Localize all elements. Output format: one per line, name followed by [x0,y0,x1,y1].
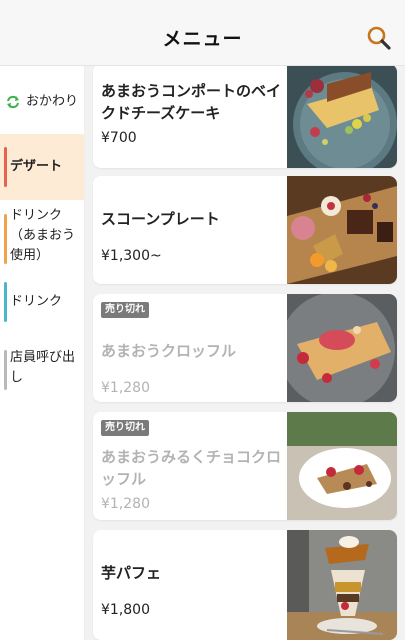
category-indicator [4,147,7,187]
name-line: あまおうコンポートのベイ [101,82,282,100]
category-indicator [4,350,7,390]
menu-item-name: あまおうクロッフル [101,342,237,360]
sold-out-badge: 売り切れ [101,420,149,436]
menu-item-name: スコーンプレート [101,210,220,228]
sold-out-badge: 売り切れ [101,302,149,318]
menu-item-name: あまおうみるくチョコクロ ッフル [101,446,281,490]
sidebar-item-label: おかわり [26,94,79,109]
menu-item-photo [287,176,397,284]
menu-item-name: 芋パフェ [101,564,162,582]
menu-item-price: ¥1,300~ [101,248,162,264]
name-line: あまおうみるくチョコクロ [101,448,282,466]
category-sidebar: おかわり デザート ドリンク （あまおう 使用） ドリンク 店員呼び出 し [0,66,85,640]
app-header: メニュー [0,0,405,66]
name-line: ッフル [101,470,147,488]
sidebar-item-call-staff[interactable]: 店員呼び出 し [0,348,84,392]
menu-item-photo [287,294,397,402]
sidebar-item-label: ドリンク [10,208,63,223]
sidebar-item-label: 使用） [10,248,50,263]
page-title: メニュー [162,28,243,50]
menu-item-card[interactable]: あまおうコンポートのベイ クドチーズケーキ ¥700 [93,66,397,168]
menu-item-price: ¥1,800 [101,602,150,618]
sidebar-item-label: ドリンク [10,294,63,309]
menu-item-photo [287,66,397,168]
sidebar-item-drink-amaou[interactable]: ドリンク （あまおう 使用） [0,206,84,270]
menu-list: あまおうコンポートのベイ クドチーズケーキ ¥700 スコーンプレート ¥1,3… [85,66,405,640]
menu-item-card[interactable]: 芋パフェ ¥1,800 [93,530,397,640]
menu-item-name: あまおうコンポートのベイ クドチーズケーキ [101,80,281,124]
sidebar-item-dessert[interactable]: デザート [0,134,84,200]
sidebar-item-label: （あまおう [10,228,76,243]
sidebar-item-refill[interactable]: おかわり [0,91,84,113]
menu-item-photo [287,530,397,640]
menu-item-card[interactable]: スコーンプレート ¥1,300~ [93,176,397,284]
name-line: クドチーズケーキ [101,104,221,122]
menu-item-card[interactable]: 売り切れ あまおうクロッフル ¥1,280 [93,294,397,402]
sidebar-item-label: 店員呼び出 [10,350,76,365]
refresh-icon [7,95,19,109]
sidebar-item-label: デザート [10,159,63,174]
menu-item-price: ¥700 [101,130,137,146]
sidebar-item-label: し [10,370,24,385]
category-indicator [4,282,7,322]
menu-item-price: ¥1,280 [101,496,150,512]
search-icon[interactable] [366,25,392,51]
menu-item-photo [287,412,397,520]
menu-item-card[interactable]: 売り切れ あまおうみるくチョコクロ ッフル ¥1,280 [93,412,397,520]
category-indicator [4,214,7,264]
sidebar-item-drink[interactable]: ドリンク [0,282,84,322]
menu-item-price: ¥1,280 [101,380,150,396]
